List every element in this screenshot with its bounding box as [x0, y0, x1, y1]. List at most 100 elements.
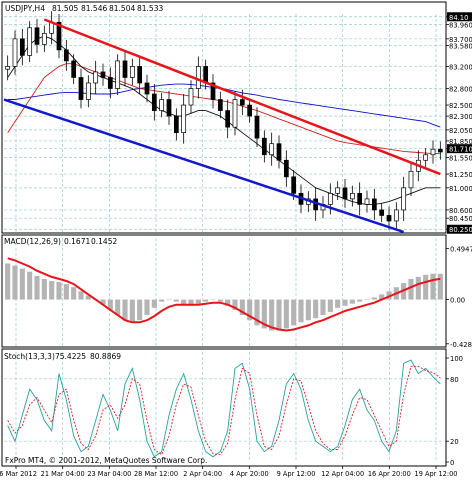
candle-body	[386, 215, 392, 222]
candle-body	[225, 110, 231, 128]
candle-body	[159, 99, 165, 111]
price-tick-label: 82.500	[449, 102, 472, 110]
macd-value-signal: 0.1452	[91, 237, 117, 246]
candle-body	[276, 143, 282, 161]
candle-body	[393, 209, 399, 222]
candle-body	[283, 159, 289, 178]
candle-body	[63, 49, 69, 62]
macd-histogram-bar	[320, 299, 326, 316]
price-tick-label: 81.000	[449, 185, 472, 193]
candle-body	[247, 104, 253, 117]
candle-body	[27, 27, 33, 56]
candle-body	[291, 176, 297, 194]
stoch-label: Stoch(13,3,3)	[4, 352, 55, 361]
candle-body	[217, 99, 223, 111]
candle-body	[173, 115, 179, 134]
macd-histogram-bar	[371, 297, 377, 300]
candle-body	[100, 71, 106, 78]
candle-body	[342, 187, 348, 200]
candle-body	[93, 71, 99, 84]
macd-histogram-bar	[210, 299, 216, 301]
macd-histogram-bar	[41, 278, 47, 300]
price-tick-label: 82.300	[449, 113, 472, 121]
macd-histogram-bar	[12, 265, 18, 300]
main-price-panel	[1, 1, 447, 234]
macd-histogram-bar	[71, 287, 77, 300]
candle-body	[335, 187, 341, 194]
macd-histogram-bar	[349, 299, 355, 304]
candle-body	[144, 82, 150, 95]
candle-body	[115, 60, 121, 89]
macd-histogram-bar	[78, 291, 84, 300]
time-tick-label: 9 Apr 12:00	[277, 470, 316, 478]
macd-histogram-bar	[203, 299, 209, 302]
footer-copyright: FxPro MT4, © 2001-2012, MetaQuotes Softw…	[5, 456, 207, 465]
macd-histogram-bar	[151, 299, 157, 308]
time-tick-label: 21 Mar 04:00	[41, 470, 85, 478]
macd-histogram-bar	[408, 278, 414, 300]
macd-histogram-bar	[305, 299, 311, 321]
candle-body	[107, 77, 113, 89]
candle-body	[78, 77, 84, 100]
candle-body	[327, 193, 333, 205]
candle-body	[371, 198, 377, 211]
stoch-tick-label: 20	[450, 438, 459, 446]
candle-body	[85, 82, 91, 100]
candle-body	[254, 115, 260, 139]
candle-body	[239, 99, 245, 106]
time-tick-label: 2 Apr 04:00	[183, 470, 222, 478]
candle-body	[364, 198, 370, 205]
macd-histogram-bar	[166, 299, 172, 301]
macd-tick-label: 0.00	[450, 297, 465, 305]
time-tick-label: 23 Mar 04:00	[87, 470, 131, 478]
candle-body	[188, 88, 194, 106]
stoch-tick-label: 80	[450, 376, 459, 384]
time-tick-label: 4 Apr 20:00	[230, 470, 269, 478]
macd-histogram-bar	[283, 299, 289, 329]
price-tick-label: 81.250	[449, 171, 472, 179]
candle-body	[151, 93, 157, 111]
time-tick-label: 16 Mar 2012	[0, 470, 37, 478]
chart-canvas: 84.1083.96083.70083.58083.20082.80082.50…	[0, 0, 472, 480]
price-tick-label: 80.600	[449, 207, 472, 215]
macd-value-main: 0.1671	[64, 237, 90, 246]
ohlc-close: 81.533	[137, 4, 163, 13]
candle-body	[357, 193, 363, 205]
stoch-tick-label: 100	[450, 355, 463, 363]
price-tick-label: 82.800	[449, 86, 472, 94]
candle-body	[203, 66, 209, 84]
macd-histogram-bar	[56, 282, 62, 300]
candle-body	[19, 38, 25, 56]
macd-histogram-bar	[27, 271, 33, 300]
macd-histogram-bar	[173, 299, 179, 302]
candle-body	[34, 27, 40, 45]
macd-histogram-bar	[63, 284, 69, 300]
ohlc-high: 81.546	[81, 4, 107, 13]
macd-histogram-bar	[195, 299, 201, 304]
macd-label: MACD(12,26,9)	[4, 237, 61, 246]
candle-body	[269, 143, 275, 156]
candle-body	[12, 38, 18, 67]
price-tick-label: 83.960	[449, 21, 472, 29]
candle-body	[181, 104, 187, 134]
macd-histogram-bar	[159, 299, 165, 302]
macd-histogram-bar	[5, 263, 11, 300]
price-tick-label: 81.710	[449, 146, 472, 154]
macd-histogram-bar	[437, 273, 443, 300]
candle-body	[71, 60, 77, 78]
macd-histogram-bar	[415, 276, 421, 300]
candle-body	[349, 193, 355, 200]
stoch-value-signal: 80.8869	[90, 352, 121, 361]
macd-tick-label: 0.4947	[450, 246, 472, 254]
macd-histogram-bar	[423, 274, 429, 300]
candle-body	[129, 66, 135, 78]
candle-body	[423, 154, 429, 161]
candle-body	[166, 99, 172, 117]
candle-body	[408, 170, 414, 189]
time-tick-label: 12 Apr 04:00	[321, 470, 364, 478]
candle-body	[122, 60, 128, 78]
macd-histogram-bar	[129, 299, 135, 323]
ohlc-open: 81.505	[52, 4, 78, 13]
time-tick-label: 28 Mar 12:00	[134, 470, 178, 478]
candle-body	[232, 99, 238, 128]
